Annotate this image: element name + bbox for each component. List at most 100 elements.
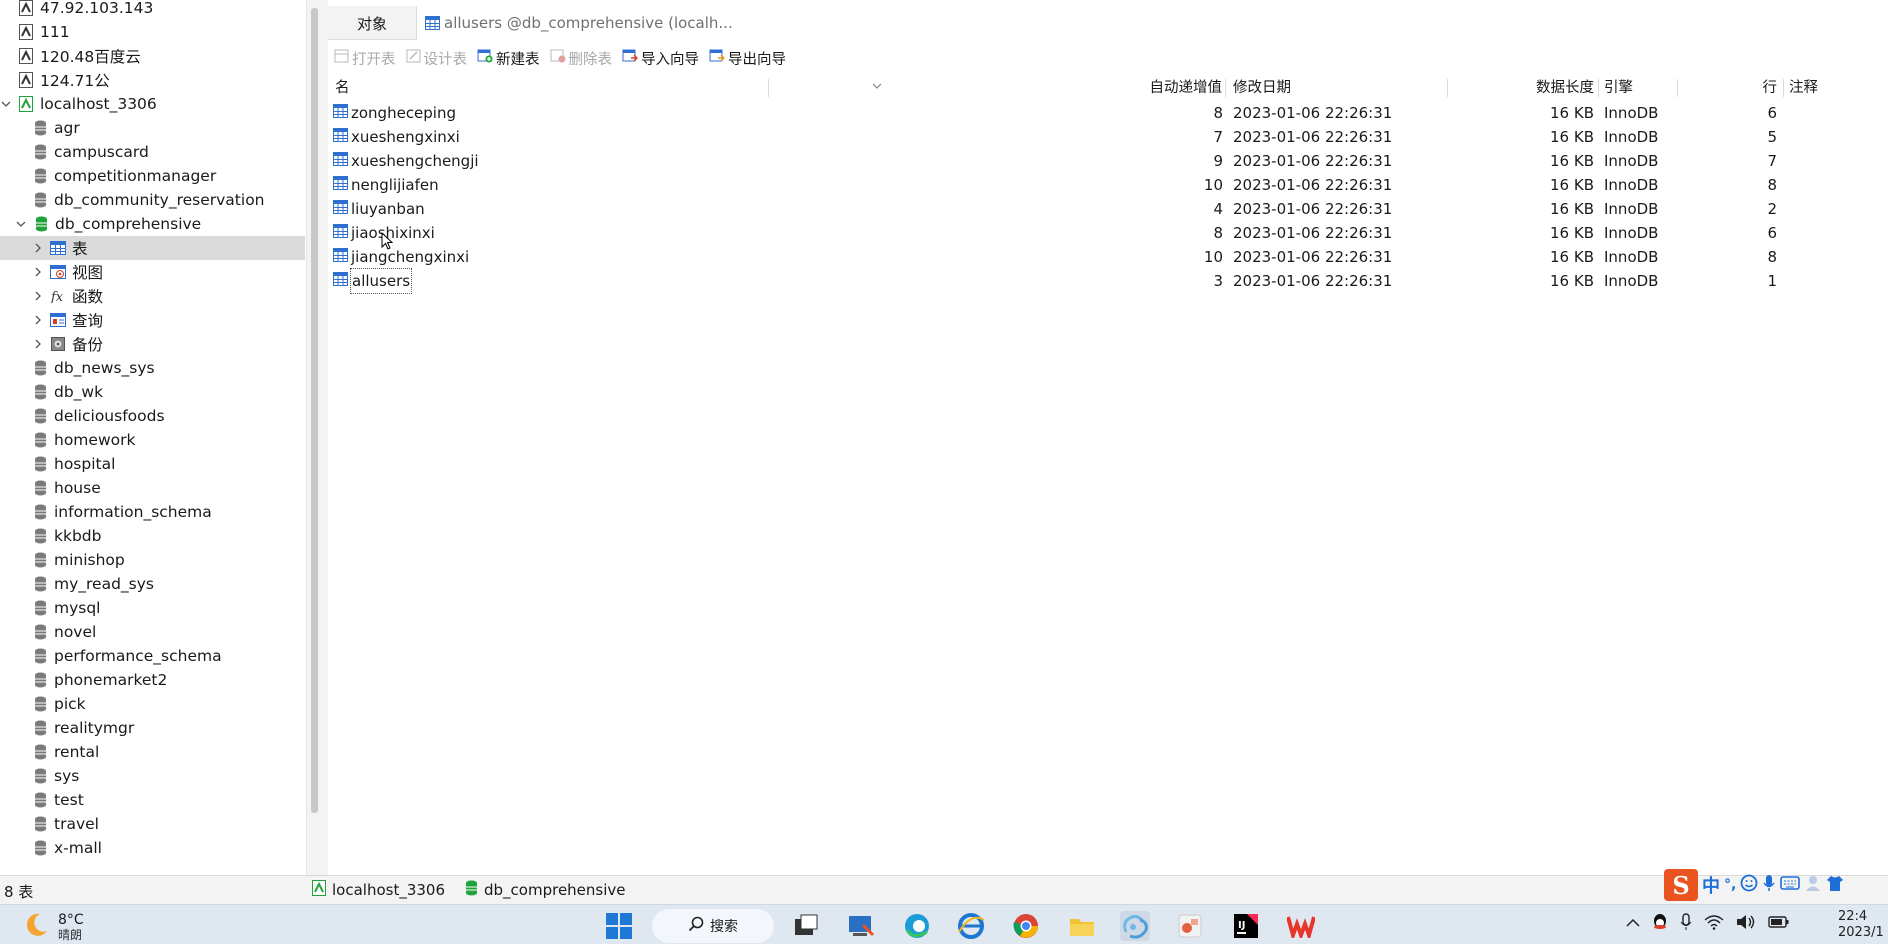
ime-chinese-mode[interactable]: 中 bbox=[1702, 872, 1720, 898]
sidebar-scrollbar[interactable] bbox=[311, 8, 318, 813]
tree-item-database[interactable]: sys bbox=[0, 764, 305, 788]
column-header-rows[interactable]: 行 bbox=[1677, 76, 1778, 100]
presentation-app-icon[interactable] bbox=[1175, 911, 1205, 941]
qq-icon[interactable] bbox=[1652, 913, 1668, 935]
tree-item-database[interactable]: db_wk bbox=[0, 380, 305, 404]
tree-item-database[interactable]: db_community_reservation bbox=[0, 188, 305, 212]
table-list[interactable]: 名 自动递增值 修改日期 数据长度 引擎 行 注释 zongheceping 8 2… bbox=[328, 76, 1888, 874]
tree-item-connection[interactable]: 111 bbox=[0, 20, 305, 44]
microphone-icon[interactable] bbox=[1762, 874, 1776, 896]
tree-item-database[interactable]: mysql bbox=[0, 596, 305, 620]
intellij-idea-icon[interactable]: IJ bbox=[1231, 911, 1261, 941]
skin-shirt-icon[interactable] bbox=[1826, 874, 1844, 896]
tree-item-database[interactable]: test bbox=[0, 788, 305, 812]
navicat-icon[interactable] bbox=[1120, 911, 1150, 941]
tree-item-database[interactable]: campuscard bbox=[0, 140, 305, 164]
tree-item-folder[interactable]: 视图 bbox=[0, 260, 305, 284]
chrome-browser-icon[interactable] bbox=[1011, 911, 1041, 941]
tree-item-database[interactable]: deliciousfoods bbox=[0, 404, 305, 428]
table-name-cell[interactable]: liuyanban bbox=[333, 197, 425, 221]
table-name-cell[interactable]: jiangchengxinxi bbox=[333, 245, 469, 269]
chevron-down-icon[interactable] bbox=[15, 218, 27, 230]
tree-item-database[interactable]: db_news_sys bbox=[0, 356, 305, 380]
chevron-right-icon[interactable] bbox=[32, 290, 44, 302]
tree-item-database[interactable]: homework bbox=[0, 428, 305, 452]
table-row[interactable]: nenglijiafen 10 2023-01-06 22:26:31 16 KB In… bbox=[328, 173, 1777, 197]
user-icon[interactable] bbox=[1804, 874, 1822, 896]
tree-item-folder[interactable]: 查询 bbox=[0, 308, 305, 332]
wifi-icon[interactable] bbox=[1704, 914, 1724, 934]
tree-item-database[interactable]: agr bbox=[0, 116, 305, 140]
tree-item-database[interactable]: phonemarket2 bbox=[0, 668, 305, 692]
tree-item-connection[interactable]: 124.71公 bbox=[0, 68, 305, 92]
tree-item-database[interactable]: my_read_sys bbox=[0, 572, 305, 596]
speaker-icon[interactable] bbox=[1736, 914, 1756, 934]
table-row[interactable]: jiangchengxinxi 10 2023-01-06 22:26:31 16 K… bbox=[328, 245, 1777, 269]
table-name-cell[interactable]: nenglijiafen bbox=[333, 173, 439, 197]
tree-item-folder[interactable]: 备份 bbox=[0, 332, 305, 356]
tree-item-database[interactable]: travel bbox=[0, 812, 305, 836]
tree-item-database[interactable]: minishop bbox=[0, 548, 305, 572]
chevron-right-icon[interactable] bbox=[32, 266, 44, 278]
export-wizard-button[interactable]: 导出向导 bbox=[709, 48, 786, 69]
import-wizard-button[interactable]: 导入向导 bbox=[622, 48, 699, 69]
column-header-auto-increment[interactable]: 自动递增值 bbox=[768, 76, 1223, 100]
design-table-button[interactable]: 设计表 bbox=[406, 48, 467, 69]
delete-table-button[interactable]: 删除表 bbox=[550, 48, 612, 69]
weather-widget[interactable]: 8°C 晴朗 bbox=[22, 911, 84, 943]
keyboard-icon[interactable] bbox=[1780, 875, 1801, 895]
chevron-down-icon[interactable] bbox=[0, 98, 12, 110]
file-explorer-icon[interactable] bbox=[1067, 911, 1097, 941]
tree-item-database[interactable]: x-mall bbox=[0, 836, 305, 860]
tree-item-database[interactable]: kkbdb bbox=[0, 524, 305, 548]
table-name-cell[interactable]: xueshengxinxi bbox=[333, 125, 460, 149]
tab-objects[interactable]: 对象 bbox=[328, 6, 416, 40]
wps-office-icon[interactable] bbox=[1286, 911, 1316, 941]
task-view-icon[interactable] bbox=[791, 911, 821, 941]
sogou-logo-icon[interactable]: S bbox=[1664, 869, 1698, 901]
column-header-engine[interactable]: 引擎 bbox=[1604, 76, 1633, 100]
tree-item-database[interactable]: novel bbox=[0, 620, 305, 644]
tree-item-database[interactable]: rental bbox=[0, 740, 305, 764]
taskbar-clock[interactable]: 22:4 2023/1 bbox=[1838, 909, 1884, 941]
tree-item-database[interactable]: performance_schema bbox=[0, 644, 305, 668]
chevron-up-icon[interactable] bbox=[1626, 916, 1640, 932]
remote-desktop-icon[interactable] bbox=[846, 911, 876, 941]
ie-browser-icon[interactable] bbox=[956, 911, 986, 941]
tree-item-database[interactable]: pick bbox=[0, 692, 305, 716]
column-header-comment[interactable]: 注释 bbox=[1789, 76, 1818, 100]
tree-item-folder[interactable]: fx 函数 bbox=[0, 284, 305, 308]
tab-allusers[interactable]: allusers @db_comprehensive (localh... bbox=[416, 6, 1888, 40]
table-name-cell[interactable]: xueshengchengji bbox=[333, 149, 479, 173]
column-header-name[interactable]: 名 bbox=[335, 76, 350, 100]
table-name-cell[interactable]: allusers bbox=[333, 268, 413, 294]
ime-toolbar[interactable]: S 中 °, bbox=[1664, 868, 1844, 902]
tree-item-database[interactable]: house bbox=[0, 476, 305, 500]
table-name-cell[interactable]: zongheceping bbox=[333, 101, 456, 125]
edge-browser-icon[interactable] bbox=[902, 911, 932, 941]
chevron-right-icon[interactable] bbox=[32, 242, 44, 254]
table-row[interactable]: xueshengchengji 9 2023-01-06 22:26:31 16 KB… bbox=[328, 149, 1777, 173]
chevron-right-icon[interactable] bbox=[32, 338, 44, 350]
table-row[interactable]: jiaoshixinxi 8 2023-01-06 22:26:31 16 KB Inn… bbox=[328, 221, 1777, 245]
tree-item-db-comprehensive[interactable]: db_comprehensive bbox=[0, 212, 305, 236]
tree-item-folder[interactable]: 表 bbox=[0, 236, 305, 260]
table-row[interactable]: allusers 3 2023-01-06 22:26:31 16 KB InnoDB 1 bbox=[328, 268, 1777, 294]
new-table-button[interactable]: 新建表 bbox=[477, 48, 540, 69]
microphone-icon[interactable] bbox=[1680, 913, 1692, 935]
ime-punctuation[interactable]: °, bbox=[1724, 877, 1736, 893]
windows-start-icon[interactable] bbox=[604, 911, 634, 941]
tree-item-database[interactable]: information_schema bbox=[0, 500, 305, 524]
emoji-icon[interactable] bbox=[1740, 874, 1758, 896]
tree-item-database[interactable]: competitionmanager bbox=[0, 164, 305, 188]
tree-item-database[interactable]: hospital bbox=[0, 452, 305, 476]
column-header-modified[interactable]: 修改日期 bbox=[1233, 76, 1291, 100]
tree-item-connection[interactable]: 120.48百度云 bbox=[0, 44, 305, 68]
table-row[interactable]: liuyanban 4 2023-01-06 22:26:31 16 KB InnoDB… bbox=[328, 197, 1777, 221]
column-header-data-length[interactable]: 数据长度 bbox=[1447, 76, 1594, 100]
tree-item-localhost[interactable]: localhost_3306 bbox=[0, 92, 305, 116]
tree-item-database[interactable]: realitymgr bbox=[0, 716, 305, 740]
table-row[interactable]: zongheceping 8 2023-01-06 22:26:31 16 KB Inn… bbox=[328, 101, 1777, 125]
taskbar-search[interactable]: 搜索 bbox=[652, 909, 774, 943]
battery-icon[interactable] bbox=[1768, 915, 1790, 933]
